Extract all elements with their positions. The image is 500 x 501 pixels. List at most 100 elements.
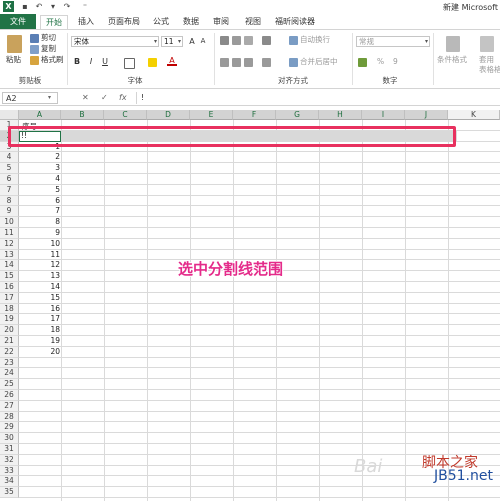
row-header-9[interactable]: 9	[0, 206, 19, 218]
scissors-icon[interactable]	[30, 34, 39, 43]
row-header-5[interactable]: 5	[0, 163, 19, 174]
cell-a22[interactable]: 20	[20, 347, 60, 357]
tab-insert[interactable]: 插入	[74, 14, 98, 29]
row-header-25[interactable]: 25	[0, 379, 19, 390]
conditional-formatting-button[interactable]: 条件格式	[437, 55, 467, 65]
tab-file[interactable]: 文件	[0, 14, 36, 29]
tab-data[interactable]: 数据	[180, 14, 202, 29]
row-header-12[interactable]: 12	[0, 238, 19, 250]
cut-button[interactable]: 剪切	[41, 33, 56, 43]
wrap-text-icon[interactable]	[289, 36, 298, 45]
enter-icon[interactable]: ✓	[101, 92, 108, 104]
paste-label[interactable]: 粘贴	[6, 55, 21, 65]
format-painter-icon[interactable]	[30, 56, 39, 65]
orientation-icon[interactable]	[262, 36, 271, 45]
cell-a8[interactable]: 6	[20, 196, 60, 206]
row-header-23[interactable]: 23	[0, 357, 19, 369]
tab-review[interactable]: 审阅	[210, 14, 232, 29]
increase-font-icon[interactable]: A	[187, 36, 197, 47]
cell-a4[interactable]: 2	[20, 152, 60, 162]
row-header-29[interactable]: 29	[0, 422, 19, 434]
undo-icon[interactable]: ↶	[34, 2, 44, 12]
cell-a12[interactable]: 10	[20, 239, 60, 249]
redo-icon[interactable]: ↷	[62, 2, 72, 12]
cell-a20[interactable]: 18	[20, 325, 60, 335]
tab-foxit-reader[interactable]: 福昕阅读器	[272, 14, 318, 29]
column-header-k[interactable]: K	[448, 110, 500, 120]
cell-a13[interactable]: 11	[20, 250, 60, 260]
comma-button[interactable]: 9	[393, 57, 398, 67]
row-header-34[interactable]: 34	[0, 476, 19, 488]
cell-a10[interactable]: 8	[20, 217, 60, 227]
column-header-h[interactable]: H	[319, 110, 362, 120]
row-header-17[interactable]: 17	[0, 292, 19, 304]
cell-a21[interactable]: 19	[20, 336, 60, 346]
row-header-24[interactable]: 24	[0, 368, 19, 380]
row-header-32[interactable]: 32	[0, 454, 19, 466]
border-icon[interactable]	[124, 58, 135, 69]
conditional-formatting-icon[interactable]	[446, 36, 460, 52]
column-header-j[interactable]: J	[405, 110, 448, 120]
cell-a11[interactable]: 9	[20, 228, 60, 238]
cell-a9[interactable]: 7	[20, 206, 60, 216]
format-as-table-button[interactable]: 套用 表格格式	[479, 55, 500, 75]
number-format-select[interactable]: 常规 ▾	[356, 36, 430, 47]
row-header-19[interactable]: 19	[0, 314, 19, 326]
column-header-b[interactable]: B	[61, 110, 104, 120]
row-header-35[interactable]: 35	[0, 487, 19, 498]
fill-color-icon[interactable]	[148, 58, 157, 67]
row-header-30[interactable]: 30	[0, 433, 19, 444]
cell-a6[interactable]: 4	[20, 174, 60, 184]
tab-formulas[interactable]: 公式	[150, 14, 172, 29]
merge-icon[interactable]	[289, 58, 298, 67]
underline-button[interactable]: U	[100, 56, 110, 67]
row-header-11[interactable]: 11	[0, 228, 19, 239]
row-header-27[interactable]: 27	[0, 400, 19, 412]
tab-home[interactable]: 开始	[40, 15, 68, 30]
cell-a17[interactable]: 15	[20, 293, 60, 303]
align-center-icon[interactable]	[232, 58, 241, 67]
tab-page-layout[interactable]: 页面布局	[104, 14, 144, 29]
align-left-icon[interactable]	[220, 58, 229, 67]
chevron-down-icon[interactable]: ▾	[48, 92, 51, 104]
cell-a15[interactable]: 13	[20, 271, 60, 281]
column-header-a[interactable]: A	[19, 110, 61, 120]
cancel-icon[interactable]: ✕	[82, 92, 89, 104]
bold-button[interactable]: B	[72, 56, 82, 67]
format-as-table-icon[interactable]	[480, 36, 494, 52]
copy-button[interactable]: 复制	[41, 44, 56, 54]
row-header-16[interactable]: 16	[0, 282, 19, 293]
font-size-select[interactable]: 11 ▾	[161, 36, 183, 47]
insert-function-icon[interactable]: fx	[119, 92, 127, 104]
merge-center-button[interactable]: 合并后居中	[300, 57, 338, 67]
save-icon[interactable]: ▪	[20, 2, 30, 12]
wrap-text-button[interactable]: 自动换行	[300, 35, 330, 45]
percent-button[interactable]: %	[377, 57, 384, 67]
align-middle-icon[interactable]	[232, 36, 241, 45]
cell-a18[interactable]: 16	[20, 304, 60, 314]
row-header-31[interactable]: 31	[0, 444, 19, 455]
column-header-c[interactable]: C	[104, 110, 147, 120]
dropdown-icon[interactable]: ▾	[48, 2, 58, 12]
row-header-4[interactable]: 4	[0, 152, 19, 164]
customize-quick-access-icon[interactable]: ⁼	[80, 2, 90, 12]
align-top-icon[interactable]	[220, 36, 229, 45]
worksheet-grid[interactable]: ABCDEFGHIJK 1 2 3 4 5 6 7 8 9 10 11 12 13 14 15 16 17 18 1…	[0, 110, 500, 501]
column-header-i[interactable]: I	[362, 110, 405, 120]
indent-icon[interactable]	[262, 58, 271, 67]
cell-a7[interactable]: 5	[20, 185, 60, 195]
column-header-e[interactable]: E	[190, 110, 233, 120]
paste-icon[interactable]	[7, 35, 22, 53]
row-header-6[interactable]: 6	[0, 174, 19, 185]
italic-button[interactable]: I	[86, 56, 96, 67]
cell-a14[interactable]: 12	[20, 260, 60, 270]
row-header-14[interactable]: 14	[0, 260, 19, 272]
align-right-icon[interactable]	[244, 58, 253, 67]
row-header-15[interactable]: 15	[0, 271, 19, 282]
row-header-7[interactable]: 7	[0, 184, 19, 196]
row-header-10[interactable]: 10	[0, 217, 19, 228]
font-color-icon[interactable]: A	[167, 55, 177, 66]
row-header-22[interactable]: 22	[0, 346, 19, 358]
align-bottom-icon[interactable]	[244, 36, 253, 45]
row-header-8[interactable]: 8	[0, 195, 19, 207]
